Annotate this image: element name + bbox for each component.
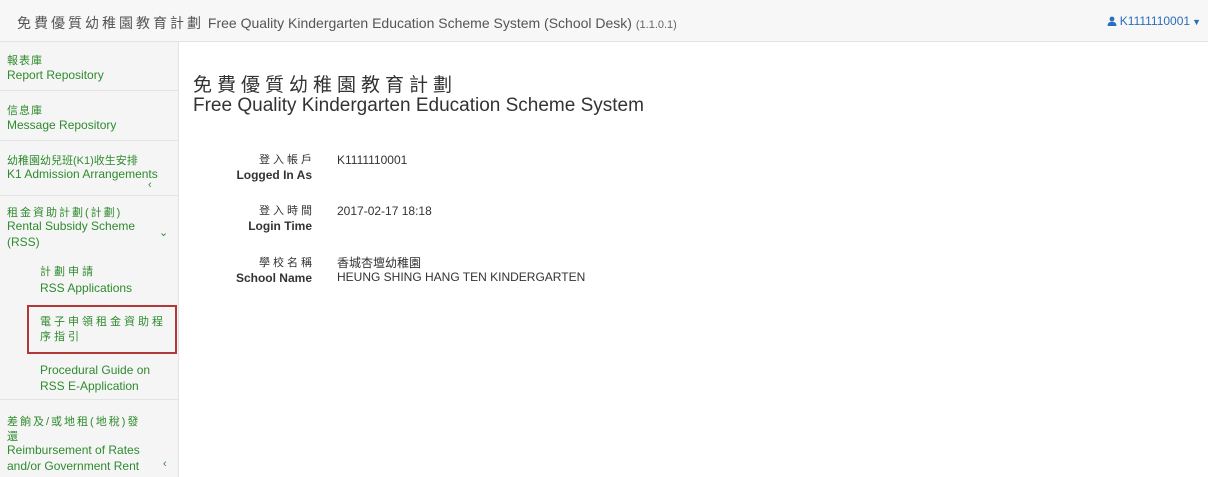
info-label-zh: 登入帳戶	[259, 154, 315, 166]
info-label-en: Logged In As	[236, 168, 312, 182]
sidebar-subitem-procedural-guide-zh[interactable]: 電子申領租金資助程 序指引	[0, 312, 178, 352]
sidebar-subitem-label-en: Procedural Guide on	[40, 363, 151, 377]
app-title-en: Free Quality Kindergarten Education Sche…	[207, 15, 632, 31]
sidebar-subitem-label-zh: 計劃申請	[40, 266, 96, 278]
sidebar-subitem-label-en-2: RSS E-Application	[40, 379, 139, 393]
app-version: (1.1.0.1)	[635, 19, 677, 31]
sidebar-item-label-en: Report Repository	[7, 68, 104, 82]
chevron-left-icon: ‹	[163, 458, 167, 470]
user-icon	[1107, 16, 1117, 26]
info-value-school-name-zh: 香城杏壇幼稚園	[337, 256, 422, 270]
sidebar-item-rental-subsidy-scheme[interactable]: 租金資助計劃(計劃) Rental Subsidy Scheme (RSS) ⌄	[0, 196, 178, 256]
sidebar-item-label-en-2: and/or Government Rent	[7, 459, 140, 473]
sidebar-item-report-repository[interactable]: 報表庫 Report Repository	[0, 42, 178, 91]
user-menu-label: K1111110001	[1119, 14, 1191, 28]
info-label-en: School Name	[235, 271, 312, 285]
info-value-login-time: 2017-02-17 18:18	[337, 204, 432, 218]
sidebar: 報表庫 Report Repository 信息庫 Message Reposi…	[0, 42, 179, 477]
info-label-logged-in-as: 登入帳戶 Logged In As	[236, 153, 312, 183]
info-label-en: Login Time	[248, 219, 312, 233]
page-title-zh: 免費優質幼稚園教育計劃	[193, 75, 458, 96]
sidebar-subitem-procedural-guide-en[interactable]: Procedural Guide on RSS E-Application	[0, 360, 178, 400]
page-title-en: Free Quality Kindergarten Education Sche…	[193, 95, 644, 116]
sidebar-item-label-zh: 報表庫	[7, 55, 43, 67]
info-label-zh: 登入時間	[259, 205, 315, 217]
top-navbar: 免費優質幼稚園教育計劃 Free Quality Kindergarten Ed…	[0, 0, 1208, 42]
caret-down-icon: ▼	[1192, 17, 1201, 27]
chevron-down-icon: ⌄	[159, 227, 169, 239]
sidebar-item-label-en: K1 Admission Arrangements	[7, 167, 158, 181]
sidebar-item-label-en: Reimbursement of Rates	[7, 443, 140, 457]
info-label-zh: 學校名稱	[259, 257, 315, 269]
sidebar-item-message-repository[interactable]: 信息庫 Message Repository	[0, 91, 178, 141]
chevron-left-icon: ‹	[148, 179, 152, 191]
app-title-zh: 免費優質幼稚園教育計劃	[17, 15, 204, 31]
sidebar-subitem-label-en: RSS Applications	[40, 281, 133, 295]
info-value-school-name-en: HEUNG SHING HANG TEN KINDERGARTEN	[337, 270, 586, 284]
sidebar-item-label-zh: 差餉及/或地租(地稅)發	[7, 416, 141, 428]
sidebar-subitem-label-zh-2: 序指引	[40, 331, 82, 343]
sidebar-subitem-rss-applications[interactable]: 計劃申請 RSS Applications	[0, 262, 178, 302]
info-label-school-name: 學校名稱 School Name	[236, 256, 312, 286]
sidebar-subitem-label-zh: 電子申領租金資助程	[40, 316, 166, 328]
info-value-logged-in-as: K1111110001	[337, 153, 408, 167]
sidebar-item-label-en-2: (RSS)	[7, 235, 40, 249]
sidebar-item-label-en: Message Repository	[7, 118, 117, 132]
user-menu-button[interactable]: K1111110001 ▼	[1107, 14, 1201, 28]
sidebar-item-reimbursement-rates[interactable]: 差餉及/或地租(地稅)發 還 Reimbursement of Rates an…	[0, 402, 178, 477]
app-title: 免費優質幼稚園教育計劃 Free Quality Kindergarten Ed…	[17, 13, 677, 33]
sidebar-item-label-en: Rental Subsidy Scheme	[7, 219, 136, 233]
sidebar-item-k1-admission[interactable]: 幼稚園幼兒班(K1)收生安排 K1 Admission Arrangements…	[0, 141, 178, 196]
main-content: 免費優質幼稚園教育計劃 Free Quality Kindergarten Ed…	[180, 42, 1208, 477]
sidebar-item-label-zh: 信息庫	[7, 105, 43, 117]
info-label-login-time: 登入時間 Login Time	[248, 204, 312, 234]
